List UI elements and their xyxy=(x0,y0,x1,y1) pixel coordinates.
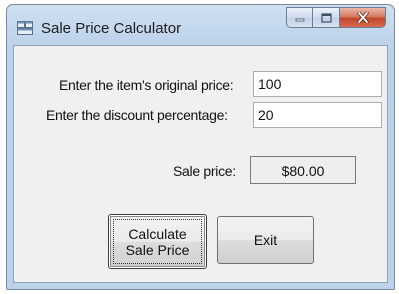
sale-price-output: $80.00 xyxy=(250,156,356,184)
minimize-icon xyxy=(295,18,304,21)
window-title: Sale Price Calculator xyxy=(41,20,182,37)
exit-button[interactable]: Exit xyxy=(217,216,314,264)
sale-price-label: Sale price: xyxy=(173,163,236,179)
minimize-button[interactable] xyxy=(286,7,313,28)
close-icon xyxy=(356,12,369,23)
maximize-button[interactable] xyxy=(313,7,340,28)
app-window: Sale Price Calculator Enter the item's o… xyxy=(6,4,395,290)
title-bar[interactable]: Sale Price Calculator xyxy=(7,5,394,45)
discount-input[interactable]: 20 xyxy=(253,102,382,128)
maximize-icon xyxy=(320,12,332,23)
app-form-icon xyxy=(17,21,33,35)
focus-rectangle xyxy=(113,219,202,264)
original-price-label: Enter the item's original price: xyxy=(59,77,234,93)
calculate-button[interactable]: Calculate Sale Price xyxy=(108,214,207,269)
original-price-input[interactable]: 100 xyxy=(253,71,382,97)
discount-label: Enter the discount percentage: xyxy=(46,107,228,123)
caption-buttons xyxy=(286,7,386,29)
close-button[interactable] xyxy=(340,7,386,28)
form-client-area: Enter the item's original price: 100 Ent… xyxy=(13,45,388,283)
